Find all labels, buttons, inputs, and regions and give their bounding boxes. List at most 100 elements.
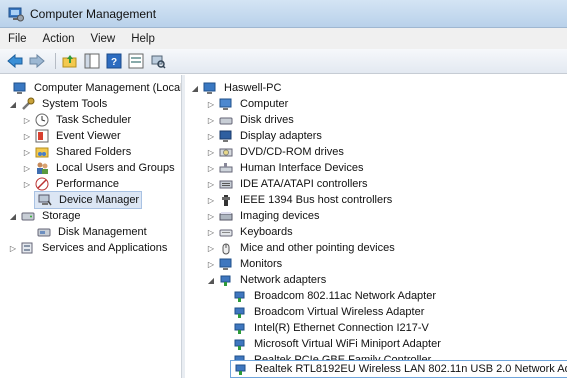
tree-item-event-viewer[interactable]: ▷ Event Viewer [22,128,123,144]
disk-management-icon [36,225,52,239]
disk-drive-icon [218,113,234,127]
svg-text:?: ? [111,57,117,68]
help-button[interactable]: ? [105,52,123,70]
device-root-haswell-pc[interactable]: ◢ Haswell-PC [190,80,283,96]
tree-item-local-users[interactable]: ▷ Local Users and Groups [22,160,177,176]
console-tree-pane[interactable]: Computer Management (Local) ◢ System Too… [4,75,182,378]
folder-up-icon [62,55,77,68]
tree-item-shared-folders[interactable]: ▷ Shared Folders [22,144,133,160]
computer-management-icon [12,81,28,95]
device-category-computer[interactable]: ▷ Computer [206,96,290,112]
forward-button[interactable] [28,52,46,70]
device-tree-pane[interactable]: ◢ Haswell-PC ▷ Computer ▷ Disk drives ▷ … [186,75,567,378]
keyboard-icon [218,225,234,239]
performance-icon [34,177,50,191]
tree-item-disk-management[interactable]: Disk Management [34,224,149,240]
device-category-keyboards[interactable]: ▷ Keyboards [206,224,295,240]
device-category-monitors[interactable]: ▷ Monitors [206,256,284,272]
show-hide-tree-button[interactable] [83,52,101,70]
up-level-button[interactable] [61,52,79,70]
device-category-hid[interactable]: ▷ Human Interface Devices [206,160,366,176]
network-adapter-item[interactable]: Microsoft Virtual WiFi Miniport Adapter [230,336,443,352]
computer-icon [202,81,218,95]
device-category-network-adapters[interactable]: ◢ Network adapters [206,272,328,288]
network-adapter-icon [232,337,248,351]
window-title: Computer Management [30,6,157,21]
expand-icon[interactable]: ▷ [206,180,216,189]
collapse-icon[interactable]: ◢ [8,212,18,221]
menu-bar: File Action View Help [0,28,567,49]
expand-icon[interactable]: ▷ [22,132,32,141]
menu-view[interactable]: View [83,33,124,45]
forward-arrow-icon [29,54,45,68]
title-bar[interactable]: Computer Management [0,0,567,28]
back-button[interactable] [6,52,24,70]
expand-icon[interactable]: ▷ [206,196,216,205]
network-adapter-icon [232,321,248,335]
network-adapter-item[interactable]: Broadcom 802.11ac Network Adapter [230,288,438,304]
network-adapter-icon [233,362,249,376]
shared-folder-icon [34,145,50,159]
display-adapter-icon [218,129,234,143]
tree-item-system-tools[interactable]: ◢ System Tools [8,96,109,112]
menu-file[interactable]: File [0,33,35,45]
computer-management-icon [8,6,24,22]
properties-button[interactable] [127,52,145,70]
menu-help[interactable]: Help [123,33,163,45]
storage-icon [20,209,36,223]
monitor-icon [218,257,234,271]
network-adapter-item[interactable]: Broadcom Virtual Wireless Adapter [230,304,426,320]
expand-icon[interactable]: ▷ [22,116,32,125]
collapse-icon[interactable]: ◢ [8,100,18,109]
device-manager-icon [37,193,53,207]
services-icon [20,241,36,255]
network-adapter-icon [232,289,248,303]
tree-item-storage[interactable]: ◢ Storage [8,208,83,224]
tree-item-task-scheduler[interactable]: ▷ Task Scheduler [22,112,133,128]
expand-icon[interactable]: ▷ [206,164,216,173]
tree-item-performance[interactable]: ▷ Performance [22,176,121,192]
expand-icon[interactable]: ▷ [206,228,216,237]
collapse-icon[interactable]: ◢ [206,276,216,285]
network-adapter-icon [218,273,234,287]
expand-icon[interactable]: ▷ [8,244,18,253]
device-category-ieee1394[interactable]: ▷ IEEE 1394 Bus host controllers [206,192,394,208]
expand-icon[interactable]: ▷ [206,132,216,141]
network-adapter-item-selected[interactable]: Realtek RTL8192EU Wireless LAN 802.11n U… [230,360,567,378]
network-adapter-item[interactable]: Intel(R) Ethernet Connection I217-V [230,320,431,336]
scan-hardware-button[interactable] [149,52,167,70]
firewire-icon [218,193,234,207]
collapse-icon[interactable]: ◢ [190,84,200,93]
device-category-disk-drives[interactable]: ▷ Disk drives [206,112,296,128]
device-category-imaging[interactable]: ▷ Imaging devices [206,208,322,224]
device-category-ide[interactable]: ▷ IDE ATA/ATAPI controllers [206,176,370,192]
expand-icon[interactable]: ▷ [22,164,32,173]
dvd-drive-icon [218,145,234,159]
expand-icon[interactable]: ▷ [206,212,216,221]
console-tree-icon [84,53,100,69]
ide-controller-icon [218,177,234,191]
menu-action[interactable]: Action [35,33,83,45]
expand-icon[interactable]: ▷ [206,244,216,253]
back-arrow-icon [7,54,23,68]
device-category-mice[interactable]: ▷ Mice and other pointing devices [206,240,397,256]
tree-item-computer-management[interactable]: Computer Management (Local) [10,80,181,96]
expand-icon[interactable]: ▷ [22,148,32,157]
pane-splitter[interactable] [182,75,185,378]
tree-item-device-manager[interactable]: Device Manager [34,191,143,209]
expand-icon[interactable]: ▷ [206,116,216,125]
expand-icon[interactable]: ▷ [206,260,216,269]
expand-icon[interactable]: ▷ [206,100,216,109]
expand-icon[interactable]: ▷ [22,180,32,189]
imaging-device-icon [218,209,234,223]
toolbar-separator [55,53,56,69]
computer-icon [218,97,234,111]
properties-icon [128,53,144,69]
users-icon [34,161,50,175]
expand-icon[interactable]: ▷ [206,148,216,157]
tree-item-services-applications[interactable]: ▷ Services and Applications [8,240,169,256]
clock-icon [34,113,50,127]
device-category-dvd-drives[interactable]: ▷ DVD/CD-ROM drives [206,144,346,160]
tools-icon [20,97,36,111]
device-category-display-adapters[interactable]: ▷ Display adapters [206,128,324,144]
